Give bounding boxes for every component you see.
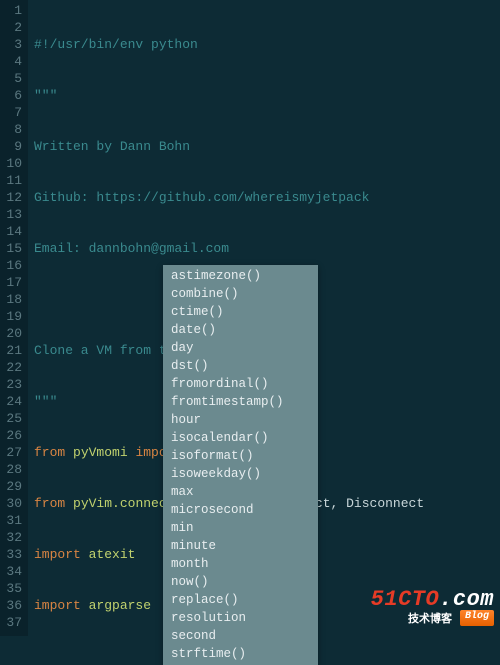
ac-item[interactable]: month — [163, 555, 318, 573]
ac-item[interactable]: combine() — [163, 285, 318, 303]
ac-item[interactable]: isoformat() — [163, 447, 318, 465]
ac-item[interactable]: max — [163, 483, 318, 501]
ac-item[interactable]: microsecond — [163, 501, 318, 519]
ac-item[interactable]: hour — [163, 411, 318, 429]
ac-item[interactable]: astimezone() — [163, 267, 318, 285]
ac-item[interactable]: isoweekday() — [163, 465, 318, 483]
ac-item[interactable]: resolution — [163, 609, 318, 627]
watermark-brand: 51CTO — [371, 587, 440, 612]
ac-item[interactable]: replace() — [163, 591, 318, 609]
ac-item[interactable]: ctime() — [163, 303, 318, 321]
ac-item[interactable]: fromtimestamp() — [163, 393, 318, 411]
ac-item[interactable]: now() — [163, 573, 318, 591]
autocomplete-popup[interactable]: astimezone() combine() ctime() date() da… — [163, 265, 318, 665]
shebang: #!/usr/bin/env python — [34, 37, 198, 52]
ac-item[interactable]: min — [163, 519, 318, 537]
watermark-blog-badge: Blog — [460, 610, 494, 626]
ac-item[interactable]: day — [163, 339, 318, 357]
ac-item[interactable]: isocalendar() — [163, 429, 318, 447]
line-number-gutter: 1 2 3 4 5 6 7 8 9 10 11 12 13 14 15 16 1… — [0, 0, 28, 636]
watermark: 51CTO.com 技术博客 Blog — [371, 587, 494, 626]
ac-item[interactable]: second — [163, 627, 318, 645]
watermark-sub: 技术博客 — [408, 610, 452, 626]
ac-item[interactable]: dst() — [163, 357, 318, 375]
ac-item[interactable]: fromordinal() — [163, 375, 318, 393]
ac-item[interactable]: minute — [163, 537, 318, 555]
ac-item[interactable]: strftime() — [163, 645, 318, 663]
ac-item[interactable]: date() — [163, 321, 318, 339]
